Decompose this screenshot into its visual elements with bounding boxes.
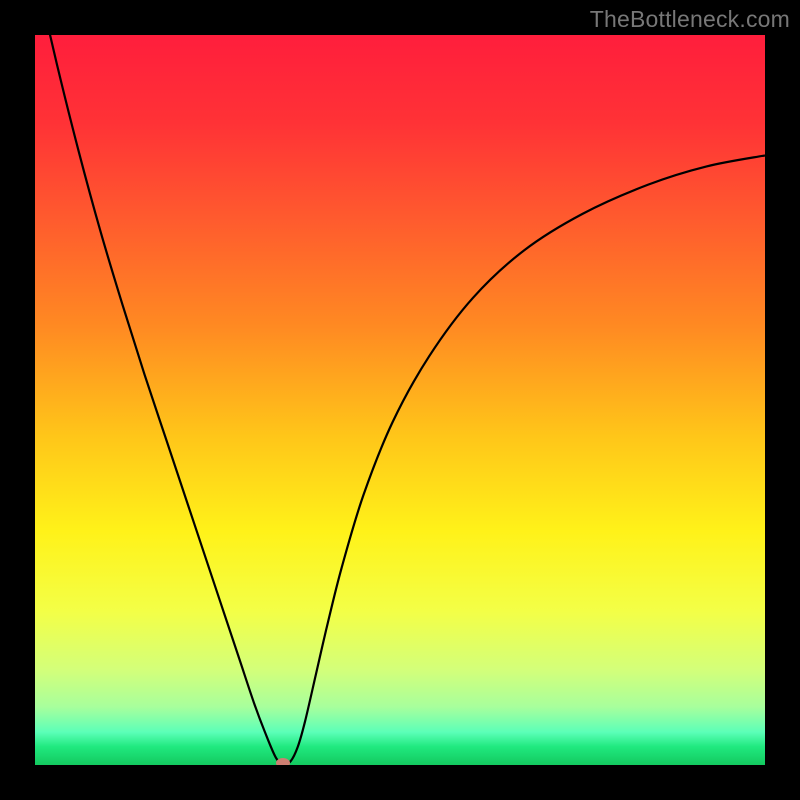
curve-layer bbox=[35, 35, 765, 765]
chart-frame: TheBottleneck.com bbox=[0, 0, 800, 800]
optimal-point-marker bbox=[276, 758, 290, 765]
watermark-text: TheBottleneck.com bbox=[590, 6, 790, 33]
plot-area bbox=[35, 35, 765, 765]
bottleneck-curve bbox=[35, 35, 765, 764]
